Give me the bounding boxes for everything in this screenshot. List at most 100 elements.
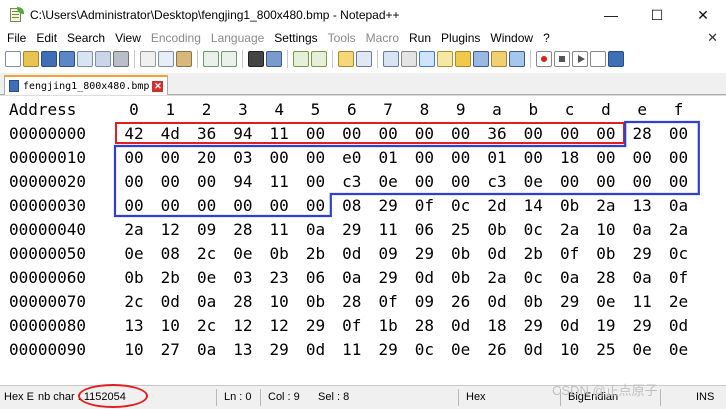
hex-byte[interactable]: 0d [298, 338, 334, 362]
hex-byte[interactable]: 0e [225, 242, 261, 266]
hex-byte[interactable]: 0c [443, 194, 479, 218]
menu-window[interactable]: Window [485, 31, 538, 46]
hex-byte[interactable]: 0d [552, 314, 588, 338]
hex-byte[interactable]: 0e [624, 338, 660, 362]
record-macro-icon[interactable] [536, 51, 552, 67]
hex-byte[interactable]: 0f [552, 242, 588, 266]
hex-byte[interactable]: 29 [370, 266, 406, 290]
hex-byte[interactable]: 0a [661, 194, 697, 218]
hex-byte[interactable]: 0c [515, 218, 551, 242]
hex-byte[interactable]: 0a [298, 218, 334, 242]
hex-byte[interactable]: 29 [624, 314, 660, 338]
hex-byte[interactable]: 28 [225, 218, 261, 242]
stop-record-icon[interactable] [554, 51, 570, 67]
hex-byte[interactable]: 2b [515, 242, 551, 266]
tab-close-icon[interactable]: ✕ [152, 80, 164, 92]
hex-byte[interactable]: 0a [624, 218, 660, 242]
hex-byte[interactable]: 0b [116, 266, 152, 290]
hex-byte[interactable]: 18 [479, 314, 515, 338]
folder-workspace-icon[interactable] [491, 51, 507, 67]
replace-icon[interactable] [266, 51, 282, 67]
hex-byte[interactable]: 00 [261, 194, 297, 218]
hex-byte[interactable]: 0b [479, 218, 515, 242]
hex-byte[interactable]: 00 [189, 194, 225, 218]
tab-fengjing1[interactable]: fengjing1_800x480.bmp ✕ [4, 75, 169, 95]
minimize-button[interactable]: — [588, 0, 634, 30]
menu-help[interactable]: ? [538, 31, 555, 46]
save-icon[interactable] [41, 51, 57, 67]
hex-byte[interactable]: 13 [225, 338, 261, 362]
hex-byte[interactable]: 0b [515, 290, 551, 314]
menu-search[interactable]: Search [62, 31, 110, 46]
hex-byte[interactable]: 11 [261, 218, 297, 242]
hex-byte[interactable]: 0c [661, 242, 697, 266]
hex-byte[interactable]: 29 [515, 314, 551, 338]
hex-byte[interactable]: 00 [261, 146, 297, 170]
hex-byte[interactable]: 00 [443, 170, 479, 194]
hex-byte[interactable]: 29 [624, 242, 660, 266]
hex-byte[interactable]: 00 [661, 122, 697, 146]
hex-byte[interactable]: 0c [406, 338, 442, 362]
hex-byte[interactable]: 42 [116, 122, 152, 146]
hex-byte[interactable]: 08 [152, 242, 188, 266]
save-macro-icon[interactable] [608, 51, 624, 67]
hex-byte[interactable]: 2a [479, 266, 515, 290]
hex-byte[interactable]: 2c [189, 242, 225, 266]
hex-byte[interactable]: 0a [334, 266, 370, 290]
hex-byte[interactable]: 0e [189, 266, 225, 290]
hex-byte[interactable]: 0b [443, 242, 479, 266]
playback-macro-icon[interactable] [572, 51, 588, 67]
save-all-icon[interactable] [59, 51, 75, 67]
hex-byte[interactable]: 0d [515, 338, 551, 362]
hex-byte[interactable]: 12 [152, 218, 188, 242]
hex-byte[interactable]: 00 [370, 122, 406, 146]
hex-byte[interactable]: 28 [588, 266, 624, 290]
hex-byte[interactable]: 00 [588, 146, 624, 170]
hex-byte[interactable]: 13 [116, 314, 152, 338]
hex-byte[interactable]: 28 [225, 290, 261, 314]
hex-byte[interactable]: 27 [152, 338, 188, 362]
menu-file[interactable]: File [2, 31, 31, 46]
find-icon[interactable] [248, 51, 264, 67]
hex-byte[interactable]: 0b [298, 290, 334, 314]
hex-byte[interactable]: 2e [661, 290, 697, 314]
hex-editor-icon[interactable] [419, 51, 435, 67]
hex-byte[interactable]: 0b [588, 242, 624, 266]
show-all-chars-icon[interactable] [383, 51, 399, 67]
hex-byte[interactable]: 25 [588, 338, 624, 362]
hex-byte[interactable]: 00 [661, 170, 697, 194]
hex-byte[interactable]: 25 [443, 218, 479, 242]
hex-byte[interactable]: 00 [298, 194, 334, 218]
hex-byte[interactable]: 08 [334, 194, 370, 218]
hex-byte[interactable]: 0e [515, 170, 551, 194]
hex-byte[interactable]: 0a [189, 338, 225, 362]
hex-byte[interactable]: 09 [406, 290, 442, 314]
hex-byte[interactable]: 0b [443, 266, 479, 290]
hex-byte[interactable]: 10 [588, 218, 624, 242]
hex-byte[interactable]: 0e [443, 338, 479, 362]
hex-byte[interactable]: 00 [298, 170, 334, 194]
hex-byte[interactable]: 23 [261, 266, 297, 290]
hex-byte[interactable]: 26 [443, 290, 479, 314]
monitoring-icon[interactable] [509, 51, 525, 67]
menu-macro[interactable]: Macro [361, 31, 404, 46]
hex-byte[interactable]: c3 [334, 170, 370, 194]
hex-byte[interactable]: 00 [406, 170, 442, 194]
hex-byte[interactable]: 0f [661, 266, 697, 290]
hex-byte[interactable]: 26 [479, 338, 515, 362]
hex-byte[interactable]: 01 [479, 146, 515, 170]
hex-byte[interactable]: 0d [152, 290, 188, 314]
hex-byte[interactable]: 00 [515, 122, 551, 146]
hex-byte[interactable]: 18 [552, 146, 588, 170]
hex-byte[interactable]: 00 [443, 146, 479, 170]
hex-byte[interactable]: 00 [406, 146, 442, 170]
hex-byte[interactable]: 01 [370, 146, 406, 170]
hex-byte[interactable]: 03 [225, 266, 261, 290]
hex-byte[interactable]: 1b [370, 314, 406, 338]
hex-byte[interactable]: 36 [189, 122, 225, 146]
hex-byte[interactable]: 2a [588, 194, 624, 218]
hex-byte[interactable]: 2d [479, 194, 515, 218]
hex-byte[interactable]: 00 [624, 146, 660, 170]
close-all-icon[interactable] [95, 51, 111, 67]
close-window-button[interactable]: ✕ [680, 0, 726, 30]
